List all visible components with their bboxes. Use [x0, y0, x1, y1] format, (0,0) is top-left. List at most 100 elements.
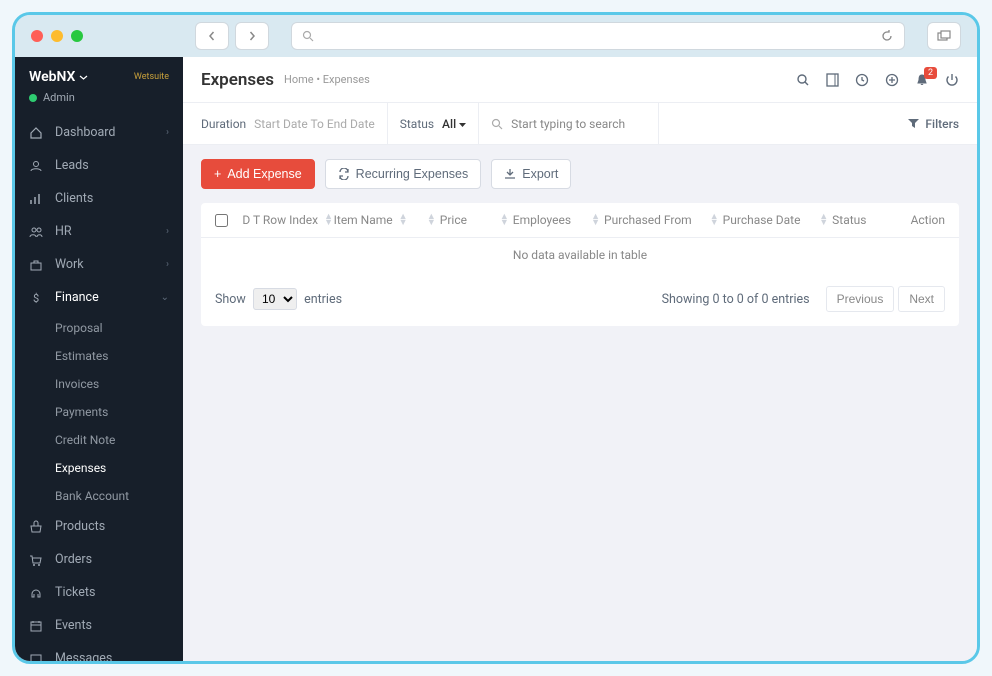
col-purchasedate[interactable]: ▲▼Purchase Date — [708, 213, 818, 227]
topbar-clock-icon[interactable] — [855, 73, 869, 87]
forward-button[interactable] — [235, 22, 269, 50]
sidebar-item-clients[interactable]: Clients — [15, 182, 183, 215]
sidebar-item-finance[interactable]: $ Finance ⌄ — [15, 281, 183, 314]
sidebar-subitem-invoices[interactable]: Invoices — [15, 370, 183, 398]
refresh-icon[interactable] — [880, 29, 894, 43]
col-price[interactable]: ▲▼Price — [425, 213, 498, 227]
table-empty-message: No data available in table — [201, 238, 959, 272]
sidebar-item-label: Clients — [55, 191, 93, 206]
plus-icon: + — [214, 167, 221, 181]
page-title: Expenses — [201, 70, 274, 90]
sidebar-item-products[interactable]: Products — [15, 510, 183, 543]
expenses-table-card: D T Row Index▲▼ Item Name▲▼ ▲▼Price ▲▼Em… — [201, 203, 959, 326]
sidebar-subitem-payments[interactable]: Payments — [15, 398, 183, 426]
sidebar: WebNX Wetsuite Admin Dashboard›LeadsClie… — [15, 57, 183, 661]
sort-icon: ▲▼ — [399, 214, 408, 227]
add-expense-button[interactable]: + Add Expense — [201, 159, 315, 189]
windows-icon[interactable] — [927, 22, 961, 50]
col-rowindex[interactable]: D T Row Index▲▼ — [242, 213, 333, 227]
entries-label: entries — [304, 292, 342, 307]
minimize-window[interactable] — [51, 30, 63, 42]
topbar-bell-icon[interactable]: 2 — [915, 73, 929, 87]
dollar-icon: $ — [29, 291, 43, 305]
sidebar-subitem-expenses[interactable]: Expenses — [15, 454, 183, 482]
brand-switcher[interactable]: WebNX — [29, 69, 88, 85]
next-page-button[interactable]: Next — [898, 286, 945, 312]
topbar-power-icon[interactable] — [945, 73, 959, 87]
back-button[interactable] — [195, 22, 229, 50]
search-placeholder: Start typing to search — [511, 117, 625, 131]
cal-icon — [29, 619, 43, 633]
sidebar-item-label: HR — [55, 224, 72, 239]
sidebar-item-leads[interactable]: Leads — [15, 149, 183, 182]
col-action: Action — [890, 213, 945, 227]
sidebar-item-events[interactable]: Events — [15, 609, 183, 642]
select-all-checkbox[interactable] — [215, 214, 242, 227]
filters-button[interactable]: Filters — [908, 117, 959, 131]
sidebar-item-label: Tickets — [55, 585, 95, 600]
recurring-expenses-button[interactable]: Recurring Expenses — [325, 159, 482, 189]
recurring-label: Recurring Expenses — [356, 167, 469, 181]
browser-window: WebNX Wetsuite Admin Dashboard›LeadsClie… — [12, 12, 980, 664]
page-size-control: Show 10 entries — [215, 288, 342, 310]
duration-filter[interactable]: Duration Start Date To End Date — [201, 103, 388, 144]
export-label: Export — [522, 167, 558, 181]
topbar-add-icon[interactable] — [885, 73, 899, 87]
chevron-down-icon — [79, 73, 88, 82]
page-size-select[interactable]: 10 — [253, 288, 297, 310]
sidebar-item-label: Orders — [55, 552, 92, 567]
role-label: Admin — [43, 91, 75, 104]
basket-icon — [29, 520, 43, 534]
chevron-right-icon: › — [166, 226, 169, 237]
table-footer: Show 10 entries Showing 0 to 0 of 0 entr… — [201, 272, 959, 326]
sidebar-item-label: Events — [55, 618, 92, 633]
sidebar-item-tickets[interactable]: Tickets — [15, 576, 183, 609]
maximize-window[interactable] — [71, 30, 83, 42]
topbar-search-icon[interactable] — [796, 73, 810, 87]
url-bar[interactable] — [291, 22, 905, 50]
headset-icon — [29, 586, 43, 600]
breadcrumb: Home • Expenses — [284, 73, 370, 86]
table-info: Showing 0 to 0 of 0 entries — [662, 292, 810, 307]
sidebar-subitem-credit-note[interactable]: Credit Note — [15, 426, 183, 454]
col-status[interactable]: ▲▼Status — [817, 213, 890, 227]
status-label: Status — [400, 117, 434, 131]
sidebar-subitem-bank-account[interactable]: Bank Account — [15, 482, 183, 510]
sidebar-item-label: Finance — [55, 290, 99, 305]
sidebar-item-label: Dashboard — [55, 125, 115, 140]
close-window[interactable] — [31, 30, 43, 42]
sidebar-item-label: Messages — [55, 651, 112, 661]
sidebar-header: WebNX Wetsuite — [15, 57, 183, 91]
action-row: + Add Expense Recurring Expenses Export — [201, 159, 959, 189]
duration-label: Duration — [201, 117, 246, 131]
refresh-icon — [338, 168, 350, 180]
col-purchasedfrom[interactable]: ▲▼Purchased From — [589, 213, 708, 227]
main-area: Expenses Home • Expenses 2 Duration — [183, 57, 977, 661]
sidebar-item-work[interactable]: Work› — [15, 248, 183, 281]
topbar-notes-icon[interactable] — [826, 73, 839, 87]
sidebar-item-messages[interactable]: Messages — [15, 642, 183, 661]
sidebar-item-dashboard[interactable]: Dashboard› — [15, 116, 183, 149]
sidebar-item-orders[interactable]: Orders — [15, 543, 183, 576]
table-header: D T Row Index▲▼ Item Name▲▼ ▲▼Price ▲▼Em… — [201, 203, 959, 238]
notification-badge: 2 — [924, 67, 937, 79]
col-employees[interactable]: ▲▼Employees — [498, 213, 589, 227]
topbar: Expenses Home • Expenses 2 — [183, 57, 977, 103]
sidebar-subitem-estimates[interactable]: Estimates — [15, 342, 183, 370]
export-button[interactable]: Export — [491, 159, 571, 189]
nav-buttons — [195, 22, 269, 50]
sidebar-item-hr[interactable]: HR › — [15, 215, 183, 248]
table-search[interactable]: Start typing to search — [479, 103, 659, 144]
chevron-right-icon: › — [166, 259, 169, 270]
sidebar-subitem-proposal[interactable]: Proposal — [15, 314, 183, 342]
brand-name: WebNX — [29, 69, 75, 85]
svg-text:$: $ — [33, 292, 39, 305]
case-icon — [29, 258, 43, 272]
add-expense-label: Add Expense — [227, 167, 301, 181]
col-itemname[interactable]: Item Name▲▼ — [334, 213, 425, 227]
status-filter[interactable]: Status All — [388, 103, 479, 144]
sort-icon: ▲▼ — [819, 214, 828, 227]
prev-page-button[interactable]: Previous — [826, 286, 895, 312]
chevron-down-icon: ⌄ — [161, 292, 169, 303]
filter-icon — [908, 118, 919, 129]
